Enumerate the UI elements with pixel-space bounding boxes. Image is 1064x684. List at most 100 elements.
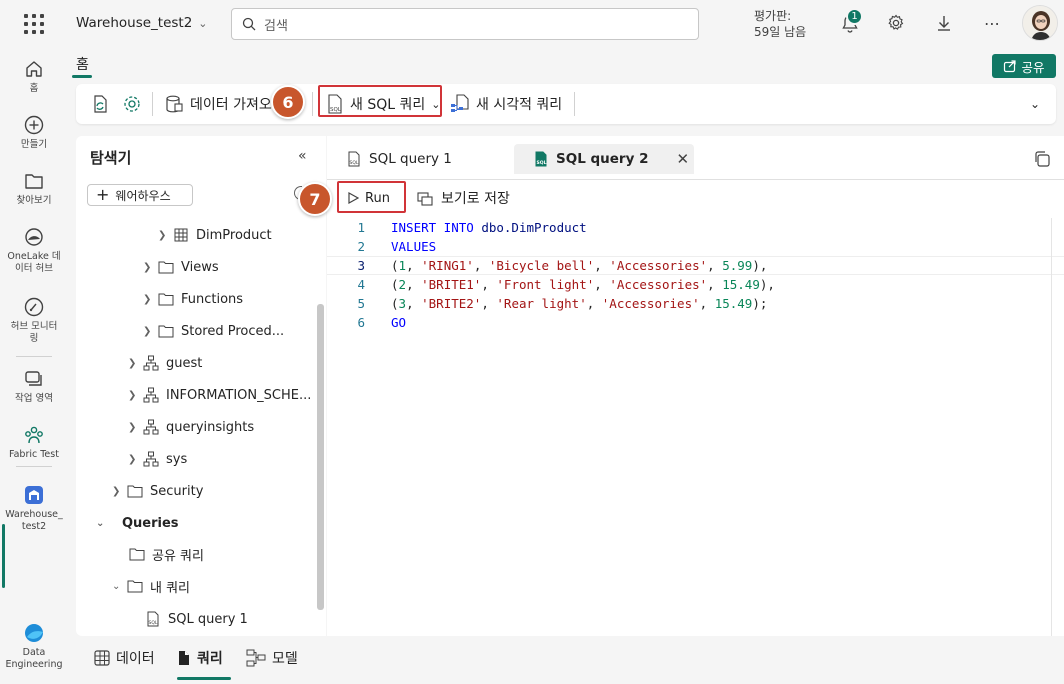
folder-icon <box>126 578 144 594</box>
tree-item-functions[interactable]: ❯ Functions <box>143 288 243 310</box>
workspace-switcher[interactable]: Warehouse_test2 ⌄ <box>76 15 208 31</box>
tree-item-shared-queries[interactable]: 공유 쿼리 <box>128 543 204 565</box>
add-warehouse-button[interactable]: + 웨어하우스 <box>87 184 193 206</box>
code-line: 6 GO <box>327 313 1064 332</box>
code-line: 2 VALUES <box>327 237 1064 256</box>
tree-item-queryinsights[interactable]: ❯ queryinsights <box>128 416 254 438</box>
schema-icon <box>142 355 160 371</box>
tree-item-my-queries[interactable]: ⌄ 내 쿼리 <box>112 575 190 597</box>
notification-badge: 1 <box>846 8 863 25</box>
tree-item-queries[interactable]: ⌄ Queries <box>96 512 179 534</box>
explorer-scrollbar[interactable] <box>317 304 324 610</box>
tree-item-views[interactable]: ❯ Views <box>143 256 219 278</box>
search-icon <box>242 17 256 31</box>
code-punct: ), <box>752 258 768 273</box>
query-editor: SQL SQL query 1 SQL SQL query 2 ✕ Run 보기… <box>298 136 1064 636</box>
gear-icon <box>124 96 140 112</box>
tree-item-dimproduct[interactable]: ❯ DimProduct <box>158 224 272 246</box>
get-data-button[interactable]: 데이터 가져오 <box>164 94 272 114</box>
collapse-panel-icon[interactable]: « <box>298 148 307 164</box>
nav-create[interactable]: 만들기 <box>0 114 68 151</box>
tab-home[interactable]: 홈 <box>76 54 89 74</box>
avatar[interactable] <box>1022 5 1058 41</box>
play-icon <box>348 192 359 204</box>
code-identifier: dbo.DimProduct <box>473 220 587 235</box>
download-icon[interactable] <box>933 12 955 34</box>
tree-item-guest[interactable]: ❯ guest <box>128 352 202 374</box>
tree-item-sql-query-1[interactable]: SQL SQL query 1 <box>144 608 248 630</box>
chevron-right-icon: ❯ <box>143 325 152 337</box>
search-placeholder: 검색 <box>264 18 288 34</box>
nav-fabric-test[interactable]: Fabric Test <box>0 424 68 461</box>
line-number: 2 <box>357 239 365 254</box>
nav-warehouse[interactable]: Warehouse_ test2 <box>0 484 68 533</box>
nav-data-engineering[interactable]: Data Engineering <box>0 622 68 671</box>
tree-item-security[interactable]: ❯ Security <box>112 480 203 502</box>
tree-item-label: Functions <box>181 291 244 307</box>
tree-item-label: 공유 쿼리 <box>152 548 204 564</box>
model-icon <box>246 649 266 667</box>
code-punct: ( <box>391 277 399 292</box>
tree-item-sys[interactable]: ❯ sys <box>128 448 187 470</box>
chevron-right-icon: ❯ <box>128 389 137 401</box>
tree-item-label: Views <box>181 259 219 275</box>
settings-button[interactable] <box>122 94 142 114</box>
tab-sql-query-1[interactable]: SQL SQL query 1 <box>327 144 513 174</box>
tab-data[interactable]: 데이터 <box>94 648 155 668</box>
bottom-view-tabs: 데이터 쿼리 모델 <box>76 636 1064 684</box>
code-punct: ), <box>759 277 775 292</box>
explorer-title: 탐색기 <box>90 149 132 167</box>
save-as-view-button[interactable]: 보기로 저장 <box>417 184 510 212</box>
nav-active-indicator <box>2 524 5 588</box>
tree-item-stored-procedures[interactable]: ❯ Stored Proced... <box>143 320 284 342</box>
tab-model[interactable]: 모델 <box>246 648 298 668</box>
tab-sql-query-2[interactable]: SQL SQL query 2 ✕ <box>514 144 694 174</box>
more-options-icon[interactable]: ⋯ <box>981 12 1003 34</box>
app-launcher-icon[interactable] <box>24 14 44 34</box>
search-box[interactable]: 검색 <box>231 8 699 40</box>
monitor-icon <box>24 297 44 317</box>
sql-file-icon: SQL <box>348 151 360 167</box>
tree-item-label: queryinsights <box>166 419 255 435</box>
code-string: 'BRITE2' <box>421 296 482 311</box>
workspace-name: Warehouse_test2 <box>76 15 193 31</box>
share-button[interactable]: 공유 <box>992 54 1056 78</box>
copy-icon[interactable] <box>1033 150 1051 168</box>
nav-onelake[interactable]: OneLake 데 이터 허브 <box>0 226 68 275</box>
nav-home[interactable]: 홈 <box>0 58 68 95</box>
tree-item-information-schema[interactable]: ❯ INFORMATION_SCHE... <box>128 384 311 406</box>
tree-item-label: SQL query 1 <box>168 611 248 627</box>
add-warehouse-label: 웨어하우스 <box>115 188 171 203</box>
code-line: 4 (2, 'BRITE1', 'Front light', 'Accessor… <box>327 275 1064 294</box>
run-button[interactable]: Run <box>337 184 390 212</box>
nav-data-eng-label-2: Engineering <box>5 659 63 670</box>
code-string: 'Front light' <box>496 277 595 292</box>
nav-browse[interactable]: 찾아보기 <box>0 170 68 207</box>
ribbon-expand-button[interactable]: ⌄ <box>1030 94 1040 114</box>
code-string: 'BRITE1' <box>421 277 482 292</box>
new-sql-query-button[interactable]: SQL 새 SQL 쿼리 ⌄ <box>326 94 440 114</box>
schema-icon <box>142 387 160 403</box>
folder-icon <box>157 291 175 307</box>
table-icon <box>172 227 190 243</box>
code-string: 'Accessories' <box>601 296 700 311</box>
sql-file-icon: SQL <box>328 94 342 114</box>
nav-monitor[interactable]: 허브 모니터 링 <box>0 296 68 345</box>
sql-file-icon: SQL <box>535 151 547 167</box>
tab-query[interactable]: 쿼리 <box>177 648 223 668</box>
tab-label: SQL query 2 <box>556 151 649 167</box>
refresh-button[interactable] <box>90 94 110 114</box>
nav-browse-label: 찾아보기 <box>16 195 52 206</box>
new-visual-query-button[interactable]: 새 시각적 쿼리 <box>450 94 562 114</box>
trial-days: 59일 남음 <box>754 25 807 39</box>
nav-workspaces[interactable]: 작업 영역 <box>0 368 68 405</box>
trial-status[interactable]: 평가판: 59일 남음 <box>754 8 806 40</box>
gear-icon[interactable] <box>885 12 907 34</box>
tab-model-label: 모델 <box>272 651 298 667</box>
ribbon-divider <box>312 92 313 116</box>
code-number: 2 <box>398 277 407 292</box>
chevron-right-icon: ❯ <box>143 261 152 273</box>
close-icon[interactable]: ✕ <box>676 150 689 168</box>
folder-icon <box>157 259 175 275</box>
code-punct: ); <box>752 296 768 311</box>
